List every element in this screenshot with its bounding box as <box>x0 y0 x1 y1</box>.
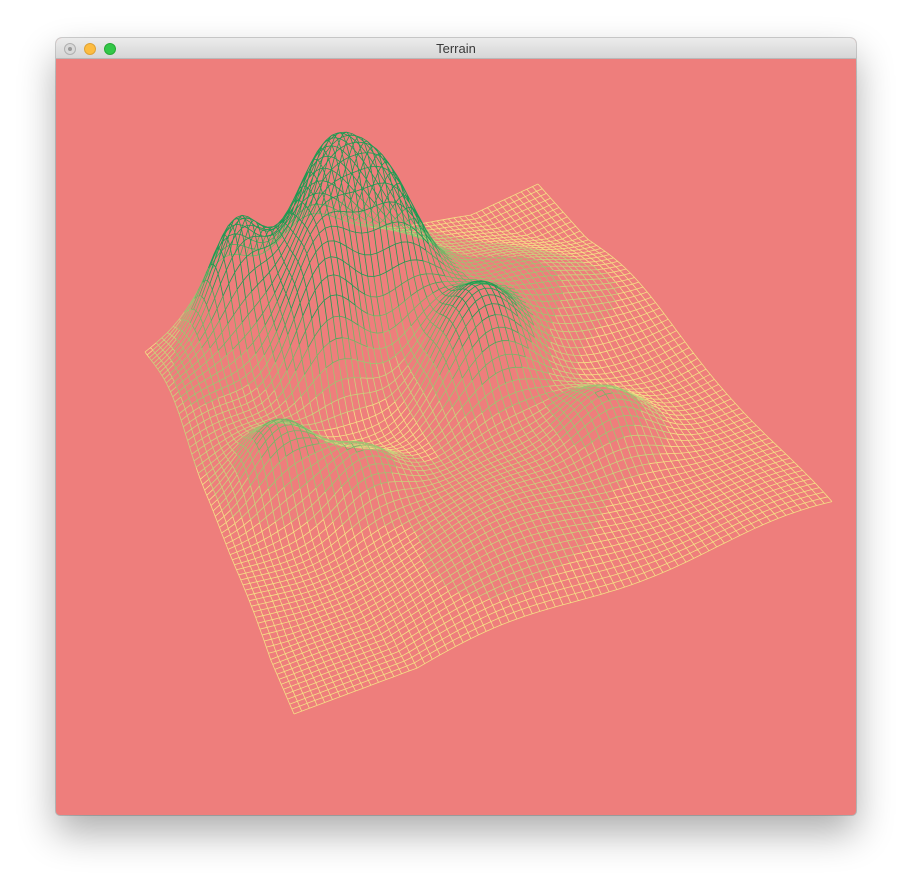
title-bar[interactable]: Terrain <box>56 38 856 59</box>
terrain-canvas[interactable] <box>56 59 856 815</box>
mesh-lines <box>144 183 833 715</box>
mesh-band-0 <box>144 183 833 715</box>
window-title: Terrain <box>436 41 476 56</box>
app-window: Terrain <box>56 38 856 815</box>
terrain-mesh <box>144 131 833 715</box>
